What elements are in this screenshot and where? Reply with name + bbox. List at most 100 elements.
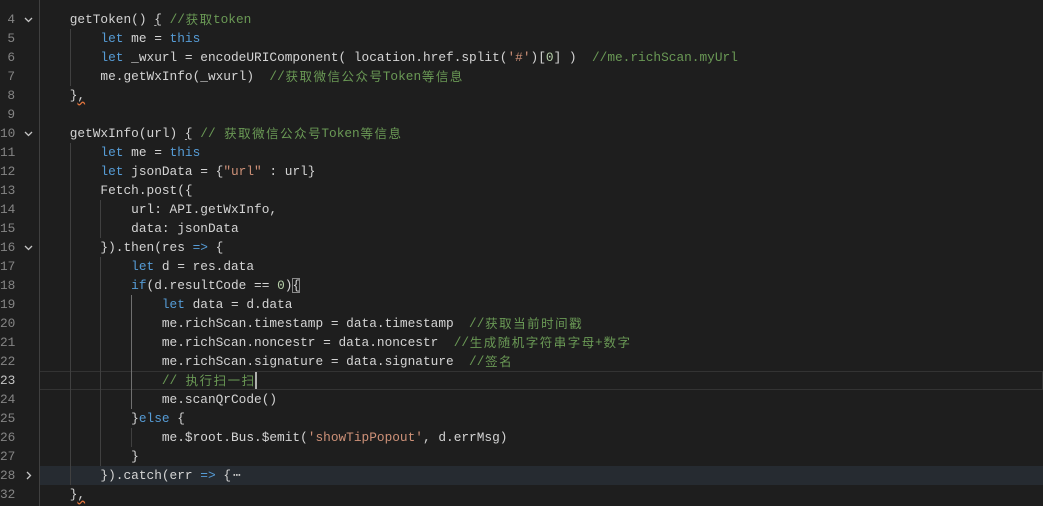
keyword-token[interactable]: => (193, 240, 208, 255)
code-text[interactable]: let jsonData = {"url" : url} (39, 162, 315, 181)
code-token[interactable]: me.$root.Bus.$emit( (39, 430, 308, 445)
code-token[interactable]: me.richScan.timestamp = data.timestamp (39, 316, 469, 331)
code-token[interactable]: } (39, 449, 139, 464)
code-token[interactable]: } (39, 411, 139, 426)
matching-bracket[interactable]: { (292, 277, 301, 293)
code-line-11[interactable]: 11 let me = this (0, 143, 1043, 162)
code-line-32[interactable]: 32 }, (0, 485, 1043, 504)
code-token[interactable]: data = d.data (185, 297, 293, 312)
code-text[interactable]: me.scanQrCode() (39, 390, 277, 409)
code-token[interactable]: d = res.data (154, 259, 254, 274)
code-token[interactable]: Fetch.post({ (39, 183, 192, 198)
code-line-8[interactable]: 8 }, (0, 86, 1043, 105)
keyword-token[interactable]: if (131, 278, 146, 293)
keyword-token[interactable]: let (162, 297, 185, 312)
chevron-down-icon[interactable] (22, 241, 35, 254)
code-token[interactable] (39, 145, 100, 160)
code-token[interactable] (39, 278, 131, 293)
number-token[interactable]: 0 (546, 50, 554, 65)
code-token[interactable] (39, 164, 100, 179)
code-line-7[interactable]: 7 me.getWxInfo(_wxurl) //获取微信公众号Token等信息 (0, 67, 1043, 86)
code-token[interactable]: } (39, 88, 78, 103)
comment-token[interactable]: //me.richScan.myUrl (592, 50, 738, 65)
code-text[interactable]: let data = d.data (39, 295, 293, 314)
code-line-20[interactable]: 20 me.richScan.timestamp = data.timestam… (0, 314, 1043, 333)
keyword-token[interactable]: this (170, 31, 201, 46)
code-token[interactable]: getToken() (39, 12, 154, 27)
code-token[interactable]: { (216, 468, 231, 483)
code-text[interactable]: let _wxurl = encodeURIComponent( locatio… (39, 48, 738, 67)
code-line-25[interactable]: 25 }else { (0, 409, 1043, 428)
code-text[interactable]: }, (39, 485, 85, 504)
code-token[interactable] (162, 12, 170, 27)
code-line-14[interactable]: 14 url: API.getWxInfo, (0, 200, 1043, 219)
code-text[interactable]: me.richScan.noncestr = data.noncestr //生… (39, 333, 631, 352)
code-token[interactable]: )[ (531, 50, 546, 65)
code-line-16[interactable]: 16 }).then(res => { (0, 238, 1043, 257)
code-line-15[interactable]: 15 data: jsonData (0, 219, 1043, 238)
code-text[interactable]: } (39, 447, 139, 466)
keyword-token[interactable]: this (170, 145, 201, 160)
code-line-24[interactable]: 24 me.scanQrCode() (0, 390, 1043, 409)
chevron-right-icon[interactable] (22, 469, 35, 482)
code-line-22[interactable]: 22 me.richScan.signature = data.signatur… (0, 352, 1043, 371)
code-token[interactable]: me.scanQrCode() (39, 392, 277, 407)
keyword-token[interactable]: let (100, 31, 123, 46)
code-text[interactable]: }).catch(err => {⋯ (39, 466, 241, 485)
code-token[interactable]: { (208, 240, 224, 255)
folded-region-ellipsis[interactable]: ⋯ (233, 468, 241, 483)
code-text[interactable]: getWxInfo(url) { // 获取微信公众号Token等信息 (39, 124, 402, 143)
keyword-token[interactable]: => (200, 468, 215, 483)
code-token[interactable] (39, 297, 162, 312)
code-token[interactable]: (d.resultCode == (147, 278, 278, 293)
code-text[interactable]: let me = this (39, 143, 200, 162)
warning-squiggle[interactable]: , (77, 487, 85, 502)
code-line-12[interactable]: 12 let jsonData = {"url" : url} (0, 162, 1043, 181)
code-text[interactable]: url: API.getWxInfo, (39, 200, 277, 219)
code-token[interactable]: , d.errMsg) (423, 430, 507, 445)
code-token[interactable]: }).then(res (39, 240, 193, 255)
code-text[interactable]: me.richScan.timestamp = data.timestamp /… (39, 314, 582, 333)
code-token[interactable]: jsonData = { (123, 164, 223, 179)
code-text[interactable]: getToken() { //获取token (39, 10, 252, 29)
chevron-down-icon[interactable] (22, 13, 35, 26)
code-token[interactable] (39, 373, 162, 388)
keyword-token[interactable]: else (139, 411, 170, 426)
code-text[interactable]: // 执行扫一扫 (39, 371, 257, 390)
code-line-4[interactable]: 4 getToken() { //获取token (0, 10, 1043, 29)
keyword-token[interactable]: let (100, 145, 123, 160)
comment-token[interactable]: // 执行扫一扫 (162, 373, 255, 388)
comment-token[interactable]: //签名 (469, 354, 512, 369)
code-token[interactable]: me = (123, 145, 169, 160)
code-token[interactable]: me = (123, 31, 169, 46)
code-token[interactable]: me.richScan.noncestr = data.noncestr (39, 335, 454, 350)
code-token[interactable]: _wxurl = encodeURIComponent( location.hr… (123, 50, 507, 65)
number-token[interactable]: 0 (277, 278, 285, 293)
code-line-23[interactable]: 23 // 执行扫一扫 (0, 370, 1043, 390)
code-token[interactable]: me.getWxInfo(_wxurl) (39, 69, 269, 84)
code-text[interactable]: data: jsonData (39, 219, 239, 238)
chevron-down-icon[interactable] (22, 127, 35, 140)
code-token[interactable]: : url} (262, 164, 315, 179)
code-token[interactable] (39, 50, 100, 65)
code-text[interactable]: me.richScan.signature = data.signature /… (39, 352, 512, 371)
code-token[interactable]: { (154, 12, 162, 27)
code-token[interactable] (39, 259, 131, 274)
code-line-18[interactable]: 18 if(d.resultCode == 0){ (0, 276, 1043, 295)
code-text[interactable]: me.getWxInfo(_wxurl) //获取微信公众号Token等信息 (39, 67, 463, 86)
code-text[interactable]: let me = this (39, 29, 200, 48)
keyword-token[interactable]: let (100, 164, 123, 179)
code-line-5[interactable]: 5 let me = this (0, 29, 1043, 48)
code-text[interactable]: me.$root.Bus.$emit('showTipPopout', d.er… (39, 428, 508, 447)
code-text[interactable]: }else { (39, 409, 185, 428)
code-text[interactable]: if(d.resultCode == 0){ (39, 276, 301, 295)
code-token[interactable]: { (185, 126, 193, 141)
keyword-token[interactable]: let (100, 50, 123, 65)
string-token[interactable]: '#' (507, 50, 530, 65)
code-text[interactable]: Fetch.post({ (39, 181, 192, 200)
comment-token[interactable]: //获取token (170, 12, 252, 27)
string-token[interactable]: "url" (223, 164, 261, 179)
code-editor[interactable]: 4 getToken() { //获取token 5 let me = this 6… (0, 0, 1043, 506)
code-token[interactable] (39, 31, 100, 46)
code-line-13[interactable]: 13 Fetch.post({ (0, 181, 1043, 200)
